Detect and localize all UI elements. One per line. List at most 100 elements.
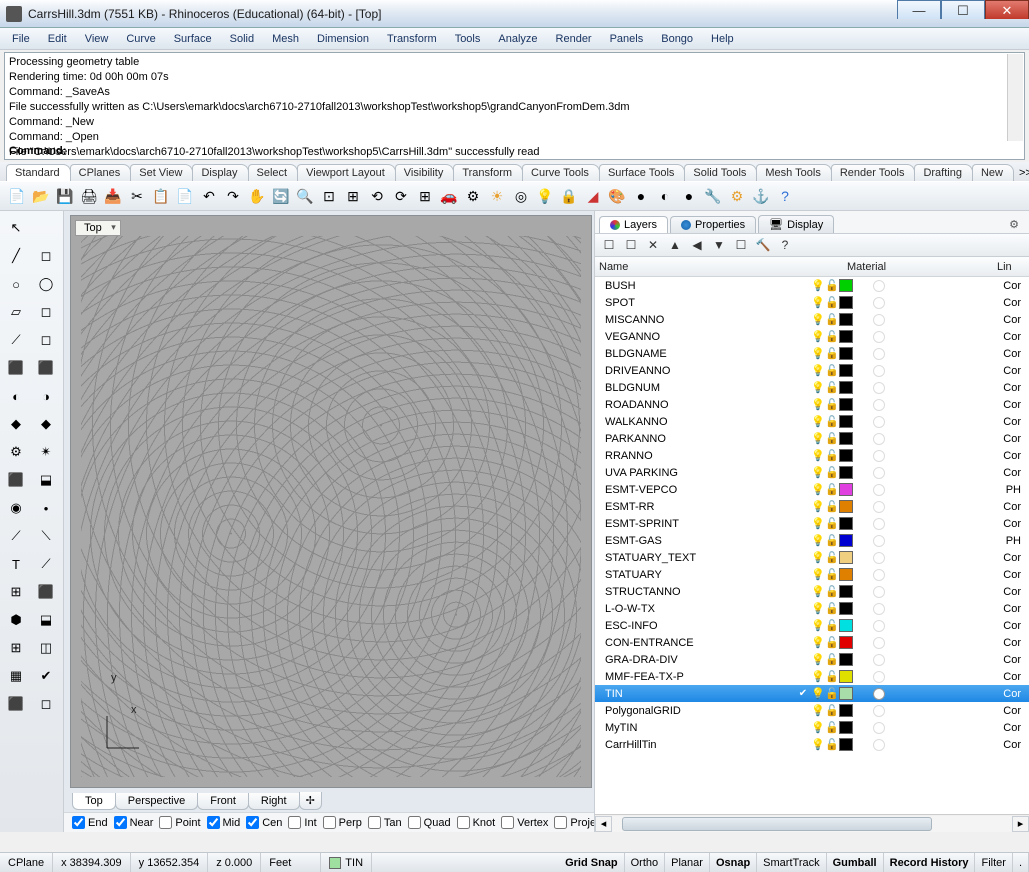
- scroll-right-icon[interactable]: ▸: [1012, 816, 1029, 832]
- col-material[interactable]: Material: [843, 261, 997, 273]
- pan-icon[interactable]: ✋: [246, 185, 268, 207]
- toolbar-tab-curve-tools[interactable]: Curve Tools: [522, 164, 600, 181]
- menu-view[interactable]: View: [77, 30, 117, 48]
- layer-row[interactable]: SPOT💡🔓Cor: [595, 294, 1029, 311]
- layer-color-swatch[interactable]: [839, 466, 853, 479]
- menu-surface[interactable]: Surface: [166, 30, 220, 48]
- lock-icon[interactable]: 🔓: [825, 738, 839, 751]
- new-layer-icon[interactable]: ☐: [599, 235, 619, 255]
- tool-button[interactable]: ▦: [2, 663, 30, 689]
- layer-color-swatch[interactable]: [839, 551, 853, 564]
- scroll-left-icon[interactable]: ◂: [595, 816, 612, 832]
- layer-color-swatch[interactable]: [839, 636, 853, 649]
- lock-icon[interactable]: 🔓: [825, 568, 839, 581]
- filter-icon[interactable]: ▼: [709, 235, 729, 255]
- material-swatch[interactable]: [873, 739, 885, 751]
- material-swatch[interactable]: [873, 569, 885, 581]
- tool-button[interactable]: ◉: [2, 495, 30, 521]
- delete-layer-icon[interactable]: ✕: [643, 235, 663, 255]
- bulb-icon[interactable]: 💡: [811, 296, 825, 309]
- material-swatch[interactable]: [873, 722, 885, 734]
- toolbar-tab-display[interactable]: Display: [192, 164, 248, 181]
- layer-color-swatch[interactable]: [839, 738, 853, 751]
- bulb-icon[interactable]: 💡: [811, 432, 825, 445]
- material-swatch[interactable]: [873, 416, 885, 428]
- status-cplane[interactable]: CPlane: [0, 853, 53, 872]
- layer-color-swatch[interactable]: [839, 296, 853, 309]
- tool-button[interactable]: ⟋: [2, 523, 30, 549]
- material-swatch[interactable]: [873, 501, 885, 513]
- lock-icon[interactable]: 🔓: [825, 585, 839, 598]
- layer-row[interactable]: DRIVEANNO💡🔓Cor: [595, 362, 1029, 379]
- tool-button[interactable]: ○: [2, 271, 30, 297]
- zoom-icon[interactable]: 🔍: [294, 185, 316, 207]
- bulb-icon[interactable]: 💡: [811, 568, 825, 581]
- tool-button[interactable]: ⚙: [2, 439, 30, 465]
- toolbar-tab-visibility[interactable]: Visibility: [395, 164, 455, 181]
- material-swatch[interactable]: [873, 603, 885, 615]
- tool-button[interactable]: ◑: [32, 383, 60, 409]
- status-osnap[interactable]: Osnap: [710, 853, 757, 872]
- layer-color-swatch[interactable]: [839, 619, 853, 632]
- layer-row[interactable]: ESMT-VEPCO💡🔓PH: [595, 481, 1029, 498]
- layer-row[interactable]: VEGANNO💡🔓Cor: [595, 328, 1029, 345]
- bulb-icon[interactable]: 💡: [811, 449, 825, 462]
- layer-row[interactable]: GRA-DRA-DIV💡🔓Cor: [595, 651, 1029, 668]
- tool-button[interactable]: ◆: [32, 411, 60, 437]
- layer-color-swatch[interactable]: [839, 585, 853, 598]
- menu-analyze[interactable]: Analyze: [490, 30, 545, 48]
- layer-row[interactable]: MMF-FEA-TX-P💡🔓Cor: [595, 668, 1029, 685]
- layer-row[interactable]: ESMT-SPRINT💡🔓Cor: [595, 515, 1029, 532]
- viewport-tab-add[interactable]: ✢: [299, 792, 322, 810]
- bulb-icon[interactable]: 💡: [811, 347, 825, 360]
- sun-icon[interactable]: ☀: [486, 185, 508, 207]
- undo-view-icon[interactable]: ⟲: [366, 185, 388, 207]
- bulb-icon[interactable]: 💡: [811, 500, 825, 513]
- layer-help-icon[interactable]: ?: [775, 235, 795, 255]
- render-icon[interactable]: ●: [678, 185, 700, 207]
- layer-color-swatch[interactable]: [839, 449, 853, 462]
- bulb-icon[interactable]: 💡: [811, 313, 825, 326]
- viewport-tab-top[interactable]: Top: [72, 793, 116, 810]
- layer-row[interactable]: BLDGNAME💡🔓Cor: [595, 345, 1029, 362]
- toolbar-tab-set-view[interactable]: Set View: [130, 164, 193, 181]
- status-planar[interactable]: Planar: [665, 853, 710, 872]
- material-swatch[interactable]: [873, 671, 885, 683]
- layer-row[interactable]: ROADANNO💡🔓Cor: [595, 396, 1029, 413]
- bulb-icon[interactable]: 💡: [534, 185, 556, 207]
- layer-row[interactable]: PolygonalGRID💡🔓Cor: [595, 702, 1029, 719]
- wrench-icon[interactable]: 🔧: [702, 185, 724, 207]
- tool-button[interactable]: ◯: [32, 271, 60, 297]
- layer-row[interactable]: RRANNO💡🔓Cor: [595, 447, 1029, 464]
- lock-icon[interactable]: 🔓: [825, 670, 839, 683]
- layer-color-swatch[interactable]: [839, 534, 853, 547]
- osnap-perp[interactable]: Perp: [323, 816, 362, 829]
- import-icon[interactable]: 📥: [102, 185, 124, 207]
- lock-icon[interactable]: 🔓: [825, 704, 839, 717]
- tool-button[interactable]: ◫: [32, 635, 60, 661]
- material-swatch[interactable]: [873, 552, 885, 564]
- lock-icon[interactable]: 🔓: [825, 449, 839, 462]
- layer-hscroll[interactable]: ◂ ▸: [595, 814, 1029, 832]
- bulb-icon[interactable]: 💡: [811, 653, 825, 666]
- osnap-point[interactable]: Point: [159, 816, 200, 829]
- layer-color-swatch[interactable]: [839, 500, 853, 513]
- shade1-icon[interactable]: ●: [630, 185, 652, 207]
- material-swatch[interactable]: [873, 450, 885, 462]
- lock-icon[interactable]: 🔓: [825, 636, 839, 649]
- osnap-knot[interactable]: Knot: [457, 816, 496, 829]
- lock-icon[interactable]: 🔓: [825, 551, 839, 564]
- panel-options-icon[interactable]: ⚙: [1003, 216, 1025, 233]
- toolbar-tab-surface-tools[interactable]: Surface Tools: [599, 164, 685, 181]
- new-sublayer-icon[interactable]: ☐: [621, 235, 641, 255]
- tool-button[interactable]: ✴: [32, 439, 60, 465]
- shade2-icon[interactable]: ◐: [654, 185, 676, 207]
- menu-bongo[interactable]: Bongo: [653, 30, 701, 48]
- undo-icon[interactable]: ↶: [198, 185, 220, 207]
- menu-render[interactable]: Render: [548, 30, 600, 48]
- osnap-end[interactable]: End: [72, 816, 108, 829]
- toolbar-tab-standard[interactable]: Standard: [6, 164, 71, 181]
- layer-color-swatch[interactable]: [839, 517, 853, 530]
- bulb-icon[interactable]: 💡: [811, 466, 825, 479]
- menu-solid[interactable]: Solid: [222, 30, 262, 48]
